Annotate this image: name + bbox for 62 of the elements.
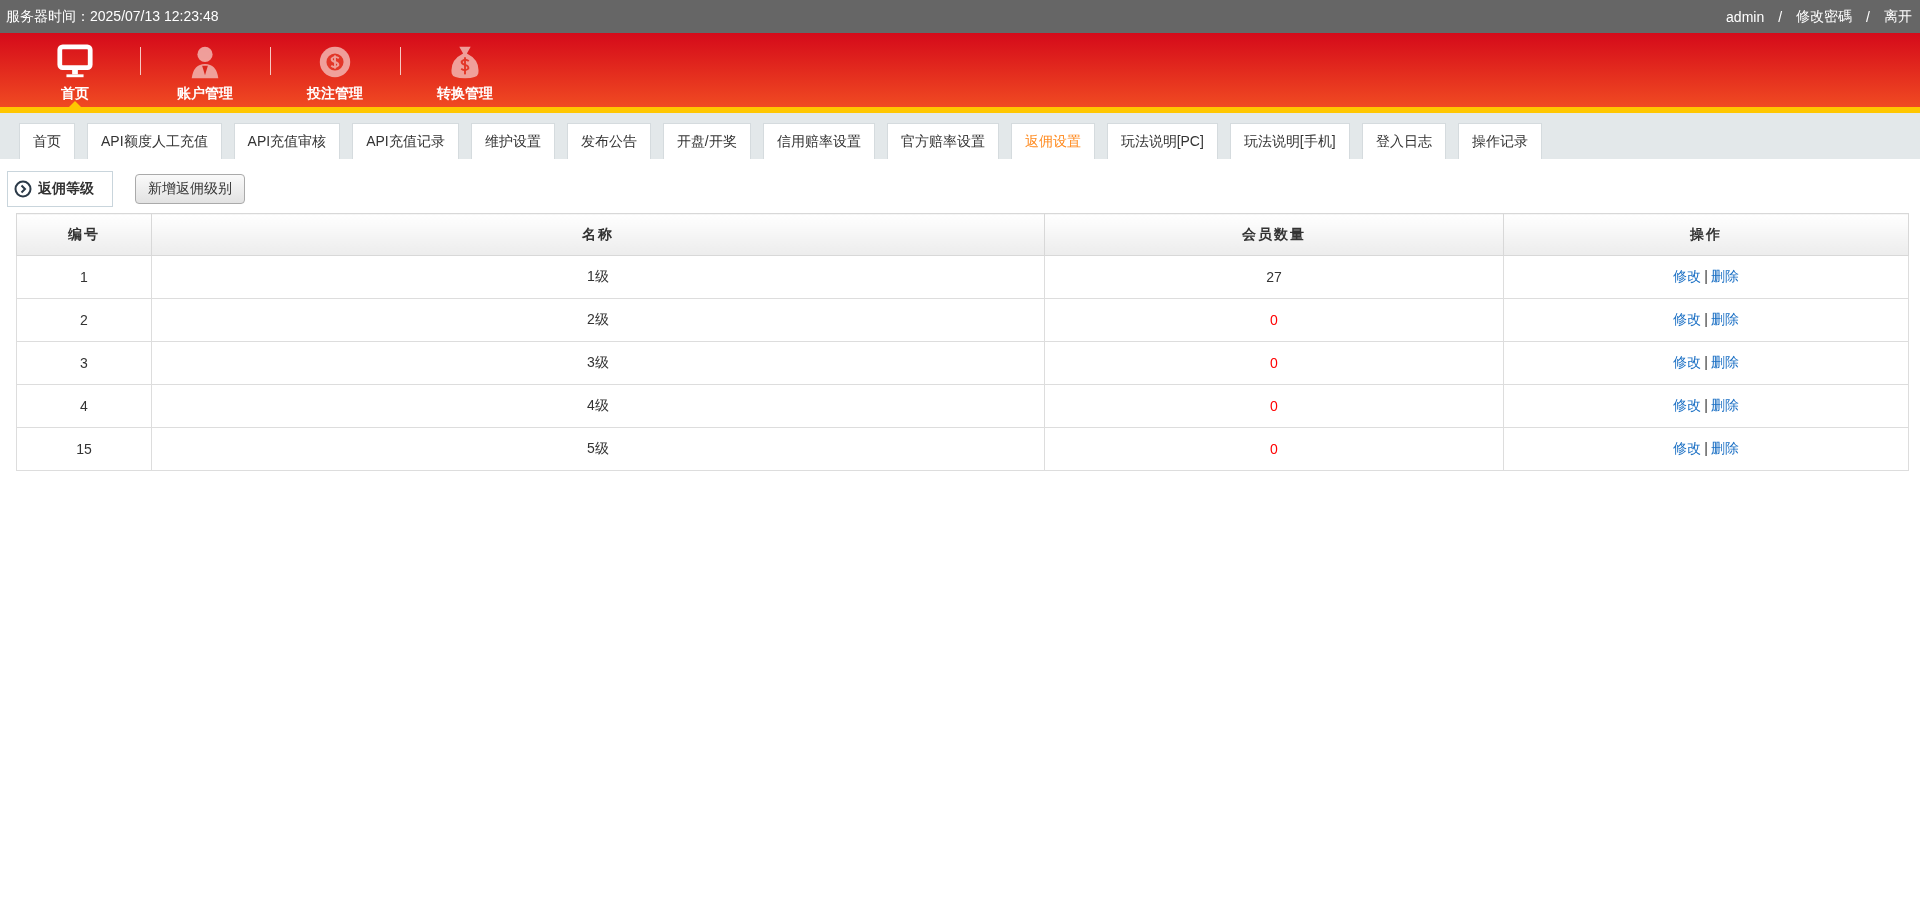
tab[interactable]: 操作记录 bbox=[1457, 123, 1542, 159]
column-header: 名称 bbox=[151, 213, 1045, 256]
section-title: 返佣等级 bbox=[7, 171, 113, 207]
table-cell: 1级 bbox=[151, 255, 1045, 299]
action-link[interactable]: 修改 bbox=[1673, 354, 1702, 370]
username: admin bbox=[1726, 8, 1765, 25]
tab[interactable]: 发布公告 bbox=[566, 123, 651, 159]
nav-item[interactable]: 转换管理 bbox=[400, 33, 530, 107]
separator: | bbox=[1704, 354, 1708, 370]
table-cell: 2 bbox=[16, 298, 152, 342]
separator: | bbox=[1704, 311, 1708, 327]
tab[interactable]: 开盘/开奖 bbox=[662, 123, 751, 159]
separator: / bbox=[1866, 8, 1870, 25]
separator: | bbox=[1704, 268, 1708, 284]
member-count-cell: 27 bbox=[1044, 255, 1504, 299]
member-count-cell: 0 bbox=[1044, 298, 1504, 342]
tab[interactable]: 首页 bbox=[19, 123, 75, 159]
chevron-circle-icon bbox=[14, 180, 32, 198]
tab[interactable]: 登入日志 bbox=[1361, 123, 1446, 159]
table-cell: 2级 bbox=[151, 298, 1045, 342]
action-link[interactable]: 删除 bbox=[1710, 440, 1739, 456]
member-count-cell: 0 bbox=[1044, 384, 1504, 428]
table-cell: 5级 bbox=[151, 427, 1045, 471]
tab[interactable]: 玩法说明[PC] bbox=[1106, 123, 1218, 159]
action-link[interactable]: 删除 bbox=[1710, 354, 1739, 370]
action-link[interactable]: 修改 bbox=[1673, 311, 1702, 327]
tab[interactable]: API充值记录 bbox=[352, 123, 459, 159]
tab[interactable]: 官方赔率设置 bbox=[886, 123, 999, 159]
table-cell: 3级 bbox=[151, 341, 1045, 385]
top-link[interactable]: 修改密碼 bbox=[1796, 7, 1853, 26]
tab[interactable]: 维护设置 bbox=[470, 123, 555, 159]
column-header: 操作 bbox=[1503, 213, 1909, 256]
separator: / bbox=[1778, 8, 1783, 25]
separator: | bbox=[1704, 397, 1708, 413]
active-indicator-icon bbox=[69, 101, 81, 107]
column-header: 会员数量 bbox=[1044, 213, 1504, 256]
table-cell: 4 bbox=[16, 384, 152, 428]
tab[interactable]: 信用赔率设置 bbox=[762, 123, 875, 159]
separator: | bbox=[1704, 440, 1708, 456]
add-level-button[interactable]: 新增返佣级别 bbox=[135, 174, 245, 204]
table-cell: 15 bbox=[16, 427, 152, 471]
action-link[interactable]: 修改 bbox=[1673, 268, 1702, 284]
tab[interactable]: API额度人工充值 bbox=[87, 123, 222, 159]
server-time-label: 服务器时间： bbox=[6, 7, 90, 24]
action-link[interactable]: 修改 bbox=[1673, 397, 1702, 413]
top-link[interactable]: 离开 bbox=[1884, 7, 1912, 26]
action-link[interactable]: 修改 bbox=[1673, 440, 1702, 456]
tab[interactable]: 玩法说明[手机] bbox=[1229, 123, 1350, 159]
nav-item[interactable]: 投注管理 bbox=[270, 33, 400, 107]
tab[interactable]: API充值审核 bbox=[233, 123, 341, 159]
action-link[interactable]: 删除 bbox=[1710, 268, 1739, 284]
table-cell: 3 bbox=[16, 341, 152, 385]
member-count-cell: 0 bbox=[1044, 427, 1504, 471]
member-count-cell: 0 bbox=[1044, 341, 1504, 385]
table-cell: 1 bbox=[16, 255, 152, 299]
nav-item[interactable]: 首页 bbox=[10, 33, 140, 107]
table-cell: 4级 bbox=[151, 384, 1045, 428]
action-link[interactable]: 删除 bbox=[1710, 311, 1739, 327]
action-link[interactable]: 删除 bbox=[1710, 397, 1739, 413]
column-header: 编号 bbox=[16, 213, 152, 256]
server-time: 2025/07/13 12:23:48 bbox=[90, 7, 219, 24]
nav-item[interactable]: 账户管理 bbox=[140, 33, 270, 107]
